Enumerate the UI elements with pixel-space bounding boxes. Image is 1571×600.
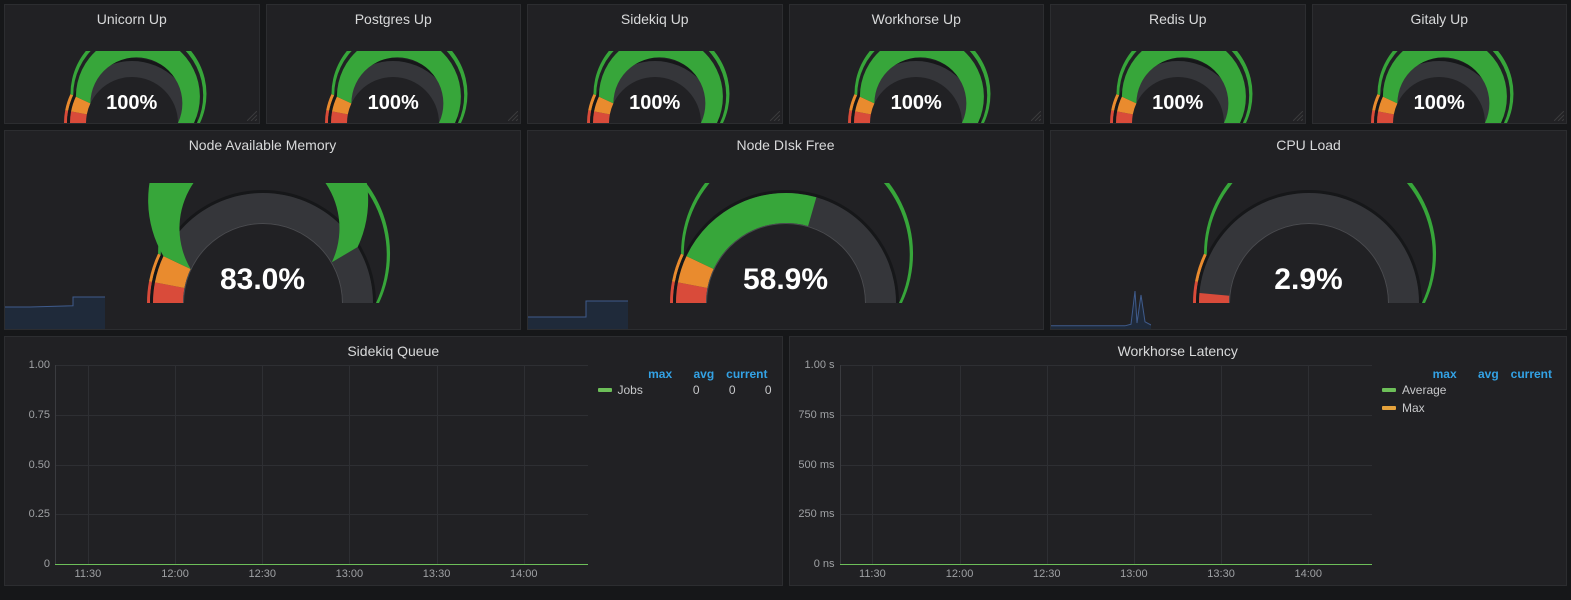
x-tick-label: 13:00 (1120, 564, 1148, 580)
x-tick-label: 13:30 (1207, 564, 1235, 580)
legend-swatch-icon (1382, 388, 1396, 392)
gauge-med-2[interactable]: CPU Load 2.9% (1050, 130, 1567, 330)
panel-title: Postgres Up (267, 5, 521, 29)
panel-title: Workhorse Up (790, 5, 1044, 29)
legend-series-name: Average (1402, 383, 1556, 397)
y-tick-label: 500 ms (798, 459, 840, 471)
legend-header: avg (684, 367, 714, 381)
panel-title: Workhorse Latency (790, 337, 1567, 361)
x-tick-label: 13:00 (336, 564, 364, 580)
legend-current: 0 (742, 383, 772, 397)
legend-header: avg (1469, 367, 1499, 381)
gauge-med-0[interactable]: Node Available Memory 83.0% (4, 130, 521, 330)
y-tick-label: 250 ms (798, 508, 840, 520)
panel-title: Unicorn Up (5, 5, 259, 29)
x-tick-label: 12:00 (946, 564, 974, 580)
x-tick-label: 12:00 (161, 564, 189, 580)
legend-header: current (1511, 367, 1552, 381)
panel-title: Node Available Memory (5, 131, 520, 155)
panel-title: CPU Load (1051, 131, 1566, 155)
plot-area[interactable]: 1.00 s 750 ms 500 ms 250 ms 0 ns 11:30 1… (840, 365, 1373, 565)
gauge-value: 100% (629, 92, 680, 115)
y-tick-label: 0.50 (29, 459, 56, 471)
gauge-small-0[interactable]: Unicorn Up 100% (4, 4, 260, 124)
gauge-body: 100% (1051, 29, 1305, 123)
gauge-body: 100% (790, 29, 1044, 123)
gauge-small-5[interactable]: Gitaly Up 100% (1312, 4, 1568, 124)
y-tick-label: 0 ns (814, 558, 841, 570)
plot-area[interactable]: 1.00 0.75 0.50 0.25 0 11:30 12:00 12:30 … (55, 365, 588, 565)
gauge-value: 100% (1152, 92, 1203, 115)
y-tick-label: 750 ms (798, 409, 840, 421)
gauge-value: 58.9% (743, 263, 828, 297)
legend-swatch-icon (598, 388, 612, 392)
gauge-small-2[interactable]: Sidekiq Up 100% (527, 4, 783, 124)
gauge-value: 2.9% (1274, 263, 1342, 297)
x-tick-label: 11:30 (859, 564, 886, 580)
gauge-small-1[interactable]: Postgres Up 100% (266, 4, 522, 124)
legend-header: max (642, 367, 672, 381)
legend-row[interactable]: Max (1382, 399, 1556, 417)
chart-panel-1[interactable]: Workhorse Latency 1.00 s 750 ms 500 ms 2… (789, 336, 1568, 586)
panel-title: Gitaly Up (1313, 5, 1567, 29)
gauge-value: 83.0% (220, 263, 305, 297)
gauge-value: 100% (891, 92, 942, 115)
legend-header: max (1427, 367, 1457, 381)
gauge-value: 100% (106, 92, 157, 115)
y-tick-label: 1.00 s (805, 359, 841, 371)
series-line (55, 564, 588, 565)
x-tick-label: 12:30 (1033, 564, 1061, 580)
legend-max: 0 (670, 383, 700, 397)
gauge-value: 100% (1414, 92, 1465, 115)
panel-title: Sidekiq Queue (5, 337, 782, 361)
legend-row[interactable]: Average (1382, 381, 1556, 399)
x-tick-label: 14:00 (510, 564, 538, 580)
y-tick-label: 0.75 (29, 409, 56, 421)
gauge-small-3[interactable]: Workhorse Up 100% (789, 4, 1045, 124)
x-tick-label: 14:00 (1294, 564, 1322, 580)
panel-title: Node DIsk Free (528, 131, 1043, 155)
x-tick-label: 13:30 (423, 564, 451, 580)
legend: maxavg current Average Max (1376, 361, 1566, 585)
gauge-body: 100% (5, 29, 259, 123)
gauge-med-1[interactable]: Node DIsk Free 58.9% (527, 130, 1044, 330)
chart-panel-0[interactable]: Sidekiq Queue 1.00 0.75 0.50 0.25 0 11:3… (4, 336, 783, 586)
legend-swatch-icon (1382, 406, 1396, 410)
panel-title: Sidekiq Up (528, 5, 782, 29)
legend-avg: 0 (706, 383, 736, 397)
gauge-body: 100% (267, 29, 521, 123)
legend: maxavg current Jobs 0 0 0 (592, 361, 782, 585)
gauge-body: 100% (1313, 29, 1567, 123)
legend-row[interactable]: Jobs 0 0 0 (598, 381, 772, 399)
y-tick-label: 1.00 (29, 359, 56, 371)
gauge-small-4[interactable]: Redis Up 100% (1050, 4, 1306, 124)
panel-title: Redis Up (1051, 5, 1305, 29)
legend-series-name: Max (1402, 401, 1556, 415)
y-tick-label: 0.25 (29, 508, 56, 520)
x-tick-label: 11:30 (75, 564, 102, 580)
legend-header: current (726, 367, 767, 381)
x-tick-label: 12:30 (248, 564, 276, 580)
gauge-value: 100% (368, 92, 419, 115)
legend-series-name: Jobs (618, 383, 664, 397)
gauge-body: 100% (528, 29, 782, 123)
series-line (840, 564, 1373, 565)
